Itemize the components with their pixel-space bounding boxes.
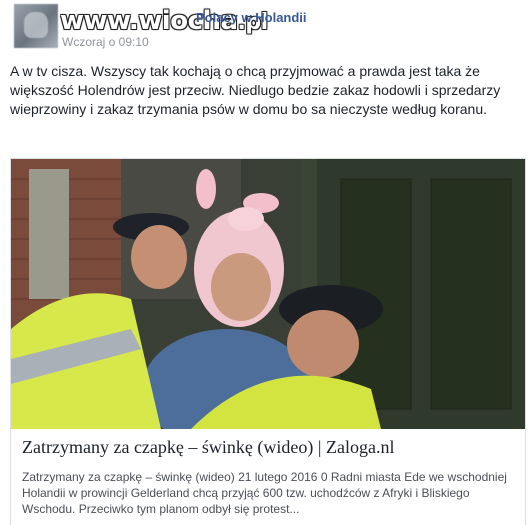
author-name-link[interactable]: Polacy w Holandii: [196, 10, 307, 25]
link-preview-body: Zatrzymany za czapkę – świnkę (wideo) | …: [11, 429, 525, 525]
post-header: www.wiocha.pl Polacy w Holandii Wczoraj …: [0, 0, 532, 58]
link-title[interactable]: Zatrzymany za czapkę – świnkę (wideo) | …: [22, 437, 517, 458]
photo-illustration: [11, 159, 525, 429]
author-avatar[interactable]: [14, 4, 58, 48]
post-text: A w tv cisza. Wszyscy tak kochają o chcą…: [10, 63, 501, 117]
link-description: Zatrzymany za czapkę – świnkę (wideo) 21…: [22, 470, 507, 516]
post-timestamp[interactable]: Wczoraj o 09:10: [62, 35, 149, 49]
link-preview-image[interactable]: [11, 159, 525, 429]
link-preview-card[interactable]: Zatrzymany za czapkę – świnkę (wideo) | …: [10, 158, 526, 525]
